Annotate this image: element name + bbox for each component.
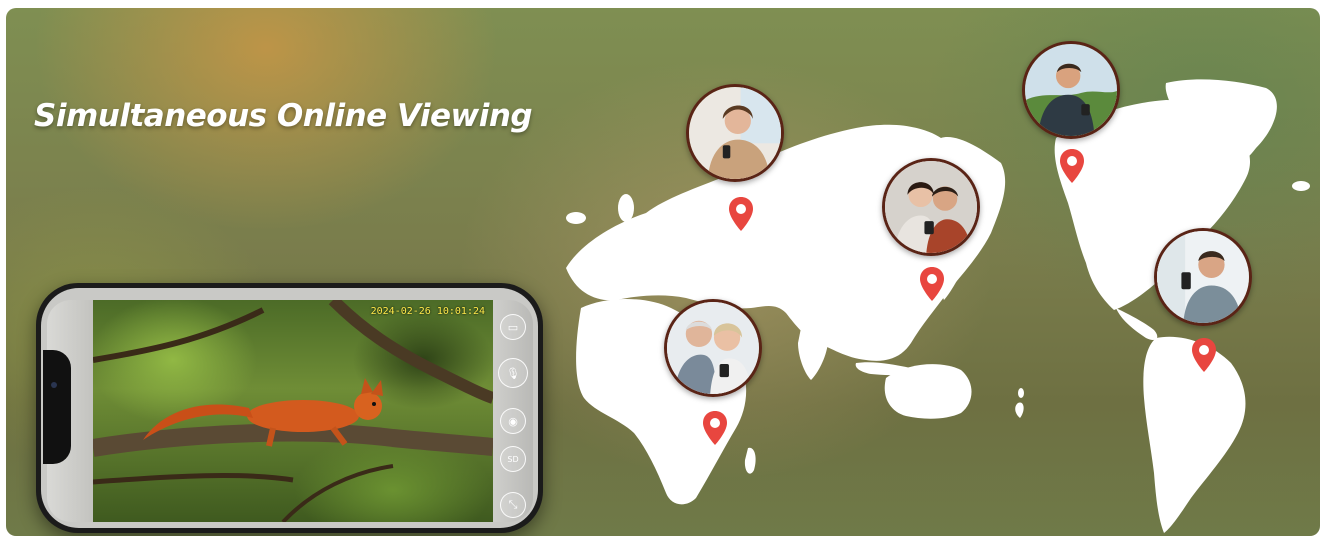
map-island-nz: [1018, 388, 1024, 398]
location-pin-icon: [703, 411, 727, 445]
mic-icon[interactable]: 🎙: [498, 358, 528, 388]
map-island-east: [1292, 181, 1310, 191]
squirrel-scene: [93, 300, 493, 522]
video-timestamp: 2024-02-26 10:01:24: [370, 306, 485, 317]
phone-screen: 2024-02-26 10:01:24 ▭ 🎙 ◉ SD ⤡: [41, 288, 538, 528]
map-uk: [618, 194, 634, 222]
avatar-older-couple: [664, 299, 762, 397]
avatar-couple-sofa: [882, 158, 980, 256]
map-iceland: [566, 212, 586, 224]
avatar-man-phone: [1154, 228, 1252, 326]
sd-icon[interactable]: SD: [500, 446, 526, 472]
map-new-zealand: [1015, 402, 1024, 418]
map-india: [798, 327, 828, 380]
video-icon[interactable]: ▭: [500, 314, 526, 340]
map-madagascar: [744, 447, 756, 474]
location-pin-icon: [729, 197, 753, 231]
location-pin-icon: [920, 267, 944, 301]
smartphone: 2024-02-26 10:01:24 ▭ 🎙 ◉ SD ⤡: [36, 283, 543, 533]
camera-icon[interactable]: ◉: [500, 408, 526, 434]
location-pin-icon: [1192, 338, 1216, 372]
live-video-feed[interactable]: 2024-02-26 10:01:24: [93, 300, 493, 522]
sd-label: SD: [507, 454, 519, 464]
camera-controls: ▭ 🎙 ◉ SD ⤡: [493, 300, 533, 522]
promo-banner: Simultaneous Online Viewing 2024-02-26 1…: [6, 8, 1320, 536]
banner-title: Simultaneous Online Viewing: [34, 98, 533, 134]
fullscreen-exit-icon[interactable]: ⤡: [500, 492, 526, 518]
front-camera-icon: [51, 382, 57, 388]
map-central-america: [1116, 308, 1158, 341]
phone-notch: [43, 350, 71, 464]
map-australia: [884, 364, 972, 419]
location-pin-icon: [1060, 149, 1084, 183]
avatar-hiker: [1022, 41, 1120, 139]
avatar-woman-phone: [686, 84, 784, 182]
